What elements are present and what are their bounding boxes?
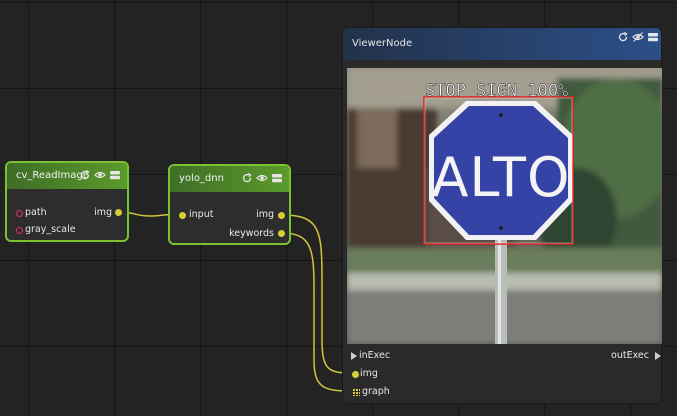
sign-text: ALTO bbox=[431, 146, 570, 209]
graph-input-port[interactable] bbox=[352, 388, 360, 396]
read-image-node[interactable]: cv_ReadImage path gray_scale img bbox=[5, 161, 129, 242]
detection-label: STOP SIGN 100% bbox=[425, 81, 568, 101]
gray-scale-input-port[interactable] bbox=[16, 227, 23, 234]
stack-icon[interactable] bbox=[271, 172, 283, 184]
eye-icon[interactable] bbox=[256, 172, 268, 184]
viewer-node-header[interactable]: ViewerNode bbox=[343, 28, 661, 60]
img-output-label: img bbox=[94, 207, 112, 218]
graph-input-label: graph bbox=[362, 386, 390, 397]
input-port[interactable] bbox=[179, 212, 186, 219]
out-exec-label: outExec bbox=[611, 350, 649, 361]
keywords-output-port[interactable] bbox=[278, 230, 285, 237]
read-image-node-header[interactable]: cv_ReadImage bbox=[7, 163, 127, 189]
in-exec-port[interactable] bbox=[351, 352, 357, 360]
node-title: yolo_dnn bbox=[179, 173, 224, 184]
in-exec-label: inExec bbox=[359, 350, 391, 361]
refresh-icon[interactable] bbox=[241, 172, 253, 184]
img-output-label: img bbox=[256, 209, 274, 220]
node-title: cv_ReadImage bbox=[16, 170, 89, 181]
node-title: ViewerNode bbox=[352, 38, 413, 49]
path-input-label: path bbox=[25, 207, 47, 218]
input-label: input bbox=[189, 209, 214, 220]
eye-icon[interactable] bbox=[632, 31, 644, 43]
img-output-port[interactable] bbox=[278, 212, 285, 219]
eye-icon[interactable] bbox=[94, 169, 106, 181]
image-preview: ALTO STOP SIGN 100% bbox=[347, 68, 662, 344]
path-input-port[interactable] bbox=[16, 210, 23, 217]
img-output-port[interactable] bbox=[115, 209, 122, 216]
img-input-port[interactable] bbox=[352, 371, 359, 378]
out-exec-port[interactable] bbox=[655, 352, 661, 360]
viewer-node[interactable]: ViewerNode ALTO STOP SIGN 100% inExec ou… bbox=[342, 27, 662, 404]
yolo-dnn-node[interactable]: yolo_dnn input img keywords bbox=[168, 164, 291, 245]
keywords-output-label: keywords bbox=[229, 228, 274, 239]
refresh-icon[interactable] bbox=[617, 31, 629, 43]
stop-sign-photo: ALTO STOP SIGN 100% bbox=[347, 68, 662, 344]
yolo-node-header[interactable]: yolo_dnn bbox=[170, 166, 289, 192]
gray-scale-input-label: gray_scale bbox=[25, 224, 76, 235]
stack-icon[interactable] bbox=[647, 31, 659, 43]
refresh-icon[interactable] bbox=[79, 169, 91, 181]
stack-icon[interactable] bbox=[109, 169, 121, 181]
img-input-label: img bbox=[360, 368, 378, 379]
